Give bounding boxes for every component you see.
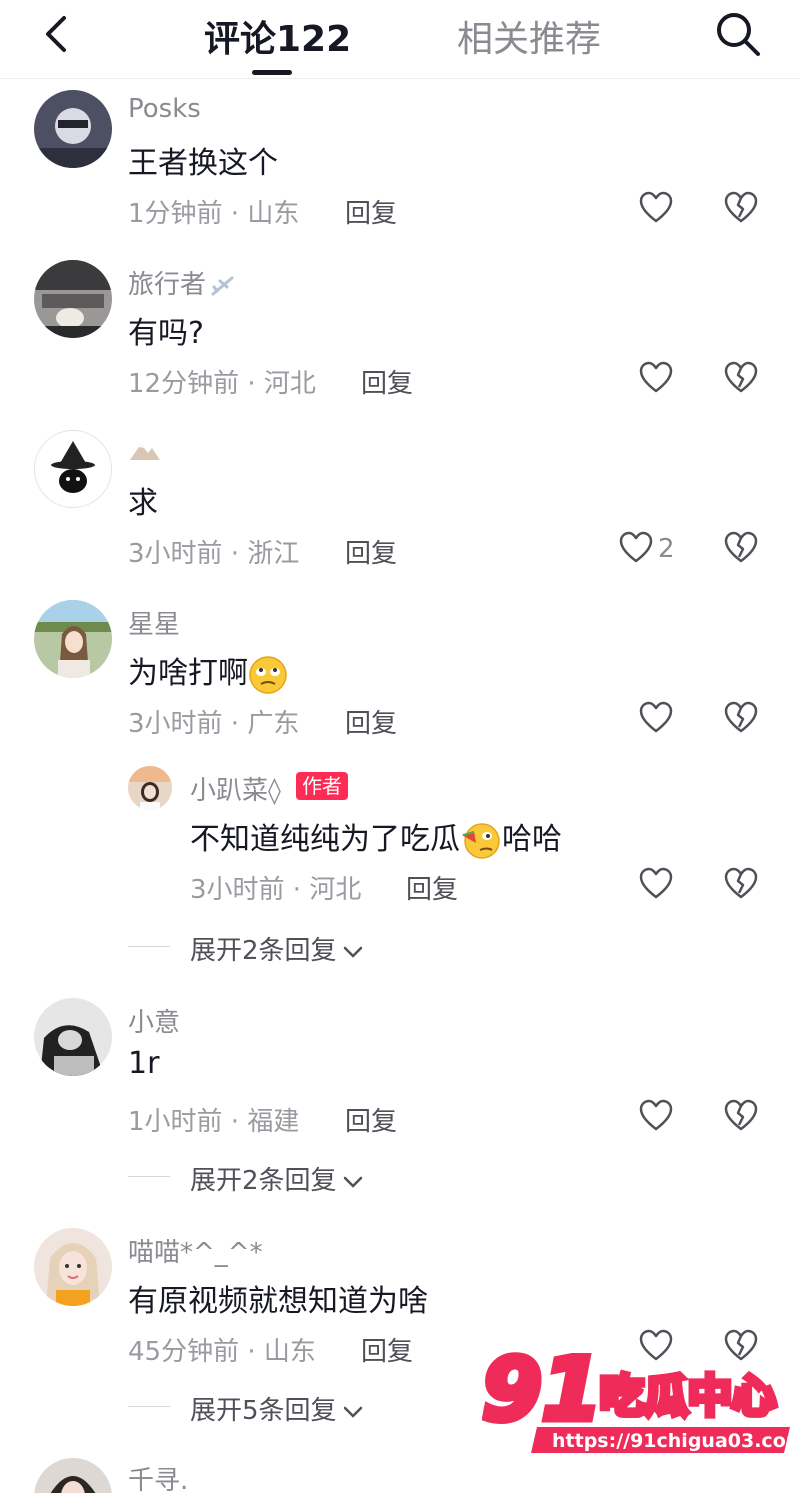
username[interactable]: 旅行者 [128, 264, 236, 301]
username[interactable]: 喵喵*^_^* [128, 1232, 263, 1269]
sub-reply: 小趴菜◊ 作者 不知道纯纯为了吃瓜 哈哈 3小时前 · 河北 回复 [0, 764, 800, 964]
broken-heart-icon[interactable] [723, 700, 759, 736]
active-tab-indicator [252, 70, 292, 75]
expand-replies-button[interactable]: 展开5条回复 [190, 1390, 365, 1427]
heart-icon[interactable] [638, 700, 674, 736]
expand-replies-button[interactable]: 展开2条回复 [190, 930, 365, 967]
top-bar: 评论122 相关推荐 [0, 0, 800, 79]
avatar[interactable] [34, 600, 112, 678]
plane-emoji-icon [211, 276, 234, 295]
avatar[interactable] [34, 90, 112, 168]
comment-meta: 3小时前 · 广东 [128, 709, 300, 739]
search-icon[interactable] [712, 8, 764, 60]
reply-button[interactable]: 回复 [345, 703, 397, 740]
rolling-eyes-emoji-icon [249, 655, 287, 694]
avatar[interactable] [34, 998, 112, 1076]
expand-divider [128, 946, 170, 947]
chevron-down-icon [343, 1176, 362, 1188]
comment-text: 1r [128, 1046, 160, 1081]
watermark-number-fill: 91 [482, 1340, 602, 1440]
like-count: 2 [658, 534, 675, 564]
username[interactable]: 千寻. [128, 1460, 188, 1493]
username[interactable]: 星星 [128, 604, 180, 641]
reply-button[interactable]: 回复 [361, 363, 413, 400]
avatar[interactable] [34, 430, 112, 508]
heart-icon[interactable] [638, 866, 674, 902]
broken-heart-icon[interactable] [723, 190, 759, 226]
reply-button[interactable]: 回复 [345, 193, 397, 230]
username[interactable]: 小趴菜◊ [190, 770, 281, 807]
heart-icon[interactable] [638, 190, 674, 226]
username[interactable]: 小意 [128, 1002, 180, 1039]
site-watermark-logo: 91 91 吃瓜中心 吃瓜中心 https://91chigua03.com [479, 1335, 800, 1465]
watermark-url: https://91chigua03.com [552, 1430, 792, 1452]
comment-meta: 3小时前 · 浙江 [128, 539, 300, 569]
broken-heart-icon[interactable] [723, 360, 759, 396]
reply-button[interactable]: 回复 [345, 533, 397, 570]
expand-replies-button[interactable]: 展开2条回复 [190, 1160, 365, 1197]
expand-divider [128, 1406, 170, 1407]
heart-icon[interactable] [618, 530, 654, 566]
comment-meta: 45分钟前 · 山东 [128, 1337, 316, 1367]
comment-meta: 1分钟前 · 山东 [128, 199, 300, 229]
reply-button[interactable]: 回复 [361, 1331, 413, 1368]
avatar[interactable] [34, 1228, 112, 1306]
broken-heart-icon[interactable] [723, 530, 759, 566]
comment-text: 为啥打啊 [128, 648, 288, 695]
avatar[interactable] [128, 766, 172, 810]
expand-divider [128, 1176, 170, 1177]
reply-button[interactable]: 回复 [406, 869, 458, 906]
username[interactable]: Posks [128, 94, 201, 124]
comment-meta: 3小时前 · 河北 [190, 875, 362, 905]
back-arrow-icon[interactable] [38, 12, 78, 56]
chevron-down-icon [343, 946, 362, 958]
comment-text: 求 [128, 486, 158, 521]
broken-heart-icon[interactable] [723, 866, 759, 902]
comment-text: 有原视频就想知道为啥 [128, 1284, 428, 1319]
author-badge: 作者 [296, 772, 348, 800]
avatar[interactable] [34, 260, 112, 338]
mountain-emoji-icon [130, 444, 160, 460]
reply-button[interactable]: 回复 [345, 1101, 397, 1138]
broken-heart-icon[interactable] [723, 1098, 759, 1134]
avatar[interactable] [34, 1458, 112, 1493]
tab-related[interactable]: 相关推荐 [457, 10, 601, 62]
comment-meta: 12分钟前 · 河北 [128, 369, 316, 399]
watermark-text: 吃瓜中心 [600, 1371, 776, 1422]
comment-meta: 1小时前 · 福建 [128, 1107, 300, 1137]
comment-text: 有吗? [128, 316, 204, 351]
heart-icon[interactable] [638, 1098, 674, 1134]
tab-comments[interactable]: 评论122 [204, 10, 351, 62]
comment-text: 王者换这个 [128, 146, 278, 181]
heart-icon[interactable] [638, 360, 674, 396]
comment-text: 不知道纯纯为了吃瓜 哈哈 [190, 814, 562, 861]
chevron-down-icon [343, 1406, 362, 1418]
melon-eating-emoji-icon [462, 822, 500, 859]
